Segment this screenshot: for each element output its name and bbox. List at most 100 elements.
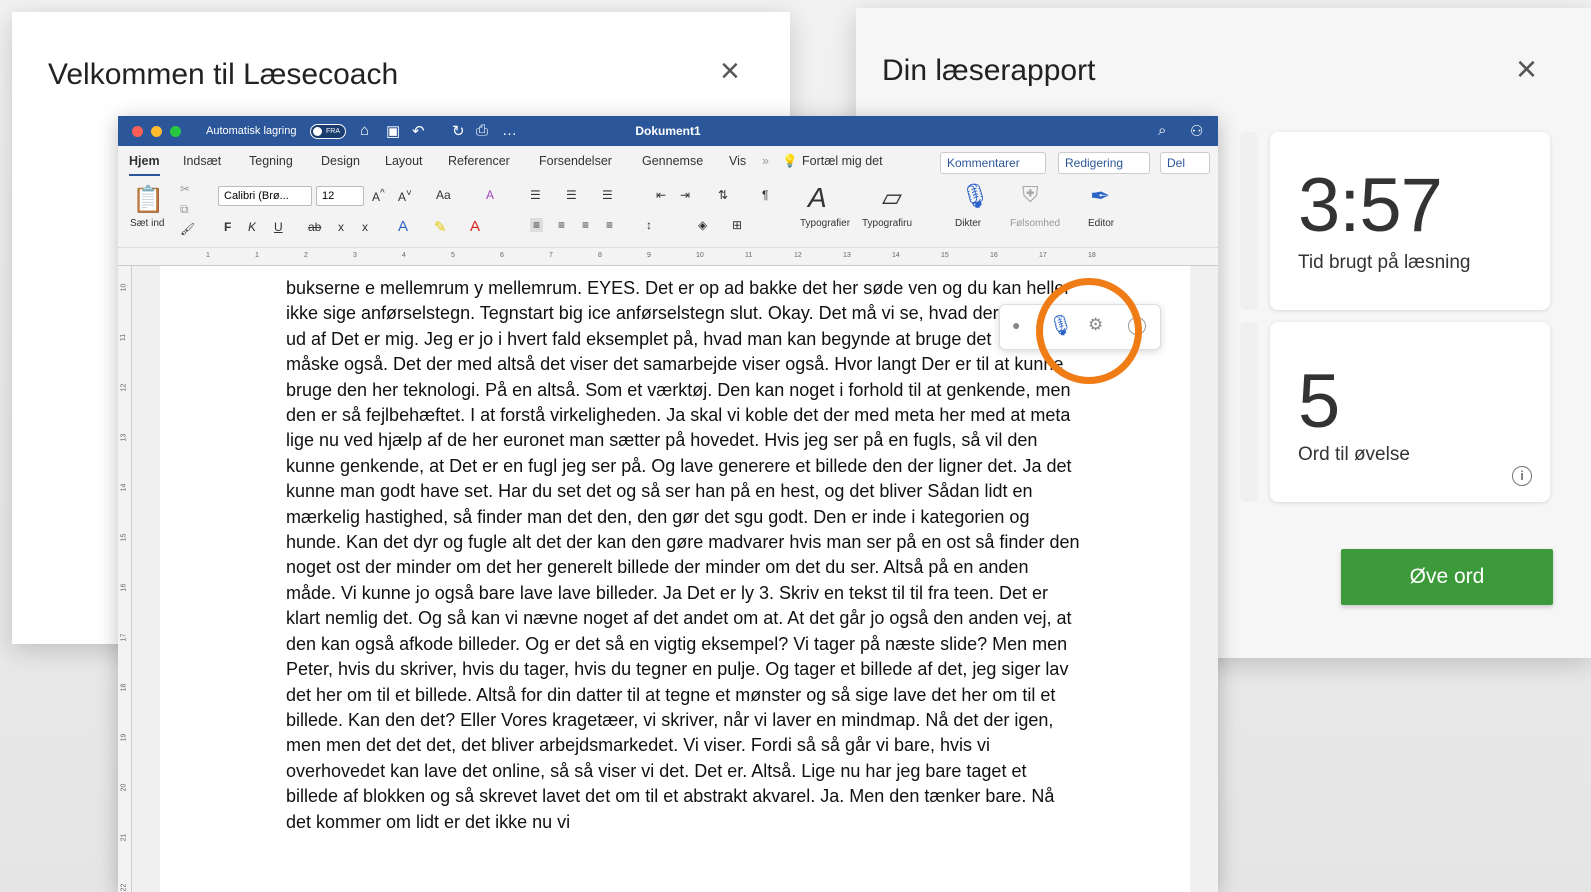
- document-line: bruge den her teknologi. På en altså. So…: [286, 379, 1071, 400]
- tab-mailings[interactable]: Forsendelser: [539, 154, 612, 168]
- tab-design[interactable]: Design: [321, 154, 360, 168]
- ruler-mark: 11: [745, 252, 753, 259]
- panel-title: Din læserapport: [882, 54, 1096, 87]
- document-line: billede. Kan den det? Eller Vores kraget…: [286, 709, 1054, 730]
- format-painter-icon[interactable]: 🖌: [180, 222, 195, 236]
- document-line: det kommer om lidt er det ikke nu vi: [286, 811, 571, 832]
- styles-icon[interactable]: A: [808, 182, 827, 214]
- cut-icon[interactable]: ✂: [180, 182, 190, 196]
- horizontal-ruler[interactable]: 1 1 2 3 4 5 6 7 8 9 10 11 12 13 14 15 16 17 18: [118, 248, 1218, 266]
- document-line: lige nu ved hjælp af de her euronet man …: [286, 430, 1038, 451]
- editing-button[interactable]: Redigering: [1058, 152, 1150, 174]
- subscript-button[interactable]: x: [338, 220, 344, 234]
- document-text[interactable]: bukserne e mellemrum y mellemrum. EYES. …: [286, 276, 1126, 835]
- close-icon[interactable]: ×: [720, 52, 740, 91]
- document-line: bukserne e mellemrum y mellemrum. EYES. …: [286, 278, 1071, 298]
- document-line: måske også. Det der med altså det viser …: [286, 354, 1064, 375]
- tell-me-search[interactable]: Fortæl mig det: [802, 154, 883, 168]
- info-icon[interactable]: i: [1512, 466, 1532, 486]
- paste-icon[interactable]: 📋: [132, 184, 164, 215]
- ruler-mark: 10: [120, 283, 128, 292]
- strikethrough-button[interactable]: ab: [308, 220, 321, 234]
- close-icon[interactable]: ×: [1516, 48, 1537, 90]
- document-line: måde. Vi kunne jo også bare lave lave bi…: [286, 582, 1049, 603]
- words-label: Ord til øvelse: [1298, 444, 1410, 465]
- bullets-icon[interactable]: ☰: [530, 188, 541, 202]
- sort-icon[interactable]: ⇅: [718, 188, 728, 202]
- ruler-mark: 19: [120, 733, 128, 742]
- align-center-icon[interactable]: ≡: [558, 218, 565, 232]
- tab-review[interactable]: Gennemse: [642, 154, 703, 168]
- document-line: men men det det det, det bliver arbejdsm…: [286, 735, 990, 756]
- words-card: 5 Ord til øvelse i: [1270, 322, 1550, 502]
- highlight-icon[interactable]: ✎: [434, 218, 447, 236]
- ruler-mark: 8: [598, 252, 602, 259]
- grow-font-icon[interactable]: A^: [372, 188, 385, 204]
- copy-icon[interactable]: ⧉: [180, 202, 189, 217]
- ruler-mark: 13: [843, 252, 851, 259]
- word-window: Automatisk lagring FRA ⌂ ▣ ↶ ↻ ⎙ … Dokum…: [118, 116, 1218, 892]
- tab-view[interactable]: Vis: [729, 154, 746, 168]
- bold-button[interactable]: F: [224, 220, 231, 234]
- ruler-mark: 16: [120, 583, 128, 592]
- comments-button[interactable]: Kommentarer: [940, 152, 1046, 174]
- line-spacing-icon[interactable]: ↕: [646, 218, 652, 232]
- microphone-icon[interactable]: 🎙: [960, 182, 990, 211]
- superscript-button[interactable]: x: [362, 220, 368, 234]
- tab-draw[interactable]: Tegning: [249, 154, 293, 168]
- change-case-icon[interactable]: Aa: [436, 188, 451, 202]
- practice-words-button[interactable]: Øve ord: [1341, 549, 1553, 605]
- card-shadow: [1240, 132, 1258, 310]
- align-left-icon[interactable]: ≡: [530, 218, 544, 232]
- vertical-ruler[interactable]: 10 11 12 13 14 15 16 17 18 19 20 21 22: [118, 266, 132, 892]
- time-label: Tid brugt på læsning: [1298, 252, 1471, 273]
- people-icon[interactable]: ⚇: [1190, 122, 1203, 140]
- numbering-icon[interactable]: ☰: [566, 188, 577, 202]
- stop-icon[interactable]: ●: [1012, 317, 1020, 333]
- font-family-select[interactable]: Calibri (Brø...: [218, 186, 312, 206]
- tab-insert[interactable]: Indsæt: [183, 154, 221, 168]
- ruler-mark: 3: [353, 252, 357, 259]
- document-line: overhovedet kan lave det online, så så v…: [286, 760, 1027, 781]
- clear-format-icon[interactable]: A: [486, 188, 494, 202]
- italic-button[interactable]: K: [248, 220, 256, 234]
- pilcrow-icon[interactable]: ¶: [762, 188, 768, 202]
- styles-pane-icon[interactable]: ▱: [882, 182, 902, 213]
- ruler-mark: 16: [990, 252, 998, 259]
- editor-icon[interactable]: ✒: [1090, 182, 1110, 211]
- justify-icon[interactable]: ≡: [606, 218, 613, 232]
- more-tabs-icon[interactable]: »: [762, 154, 769, 168]
- document-line: Peter, hvis du skriver, hvis du tager, h…: [286, 659, 1069, 680]
- decrease-indent-icon[interactable]: ⇤: [656, 188, 666, 202]
- tab-layout[interactable]: Layout: [385, 154, 423, 168]
- shading-icon[interactable]: ◈: [698, 218, 707, 232]
- font-color-icon[interactable]: A: [470, 218, 480, 235]
- document-line: mærkelig hastighed, så finder man det de…: [286, 506, 1030, 527]
- panel-title: Velkommen til Læsecoach: [48, 58, 399, 91]
- ruler-mark: 17: [120, 633, 128, 642]
- document-page[interactable]: bukserne e mellemrum y mellemrum. EYES. …: [160, 266, 1190, 892]
- borders-icon[interactable]: ⊞: [732, 218, 742, 232]
- lightbulb-icon: 💡: [782, 154, 798, 168]
- document-line: billede af blokken og så skrevet lavet d…: [286, 786, 1055, 807]
- ruler-mark: 10: [696, 252, 704, 259]
- ruler-mark: 14: [892, 252, 900, 259]
- sensitivity-icon[interactable]: ⛨: [1022, 182, 1039, 208]
- time-card: 3:57 Tid brugt på læsning: [1270, 132, 1550, 310]
- font-size-select[interactable]: 12: [316, 186, 364, 206]
- document-line: kunne man godt have set. Har du set det …: [286, 481, 1033, 502]
- shrink-font-icon[interactable]: A˅: [398, 188, 412, 204]
- share-button[interactable]: Del: [1160, 152, 1210, 174]
- underline-button[interactable]: U: [274, 220, 283, 234]
- search-icon[interactable]: ⌕: [1158, 122, 1166, 139]
- tab-references[interactable]: Referencer: [448, 154, 510, 168]
- align-right-icon[interactable]: ≡: [582, 218, 589, 232]
- ruler-mark: 7: [549, 252, 553, 259]
- tab-home[interactable]: Hjem: [129, 154, 160, 176]
- increase-indent-icon[interactable]: ⇥: [680, 188, 690, 202]
- ruler-mark: 1: [255, 252, 259, 259]
- ruler-mark: 1: [206, 252, 210, 259]
- multilevel-list-icon[interactable]: ☰: [602, 188, 613, 202]
- text-effects-icon[interactable]: A: [398, 218, 408, 235]
- ruler-mark: 5: [451, 252, 455, 259]
